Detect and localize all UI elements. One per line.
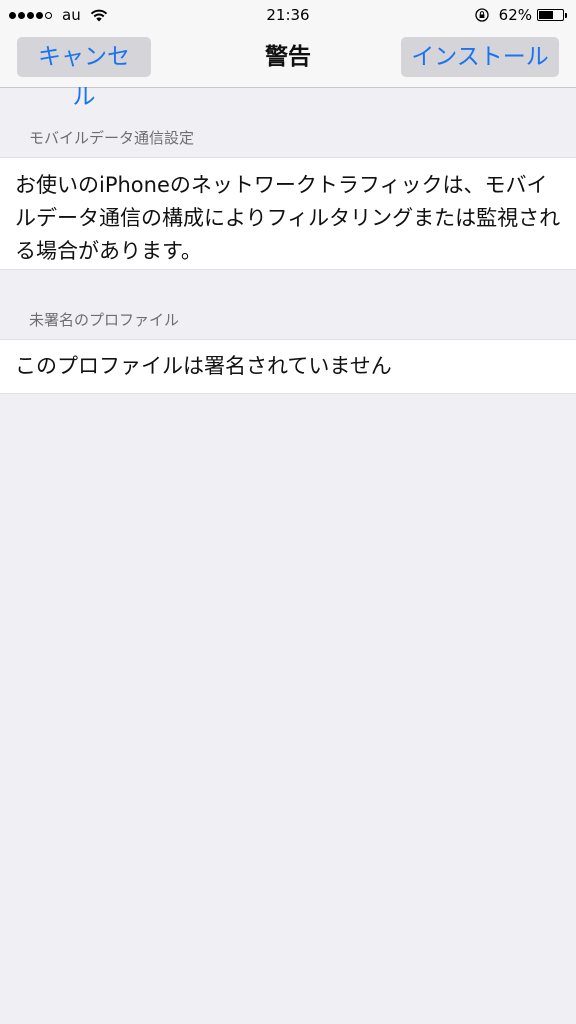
section-header-unsigned-profile: 未署名のプロファイル <box>29 311 180 329</box>
section-header-mobile-data: モバイルデータ通信設定 <box>29 129 195 147</box>
status-bar: au 21:36 62% <box>0 0 576 30</box>
nav-bar: キャンセル 警告 インストール <box>0 30 576 110</box>
unsigned-profile-cell: このプロファイルは署名されていません <box>0 339 576 394</box>
battery-fill <box>539 11 553 19</box>
battery-percent: 62% <box>498 6 532 24</box>
screen: au 21:36 62% キャンセル 警告 インストール モバイルデータ通信設定… <box>0 0 576 1024</box>
unsigned-profile-text: このプロファイルは署名されていません <box>15 354 392 378</box>
install-button[interactable]: インストール <box>401 37 559 77</box>
battery-cap <box>565 12 567 18</box>
mobile-data-warning-text: お使いのiPhoneのネットワークトラフィックは、モバイルデータ通信の構成により… <box>15 173 561 263</box>
rotation-lock-icon <box>475 8 489 22</box>
battery-icon <box>537 9 564 21</box>
mobile-data-warning-cell: お使いのiPhoneのネットワークトラフィックは、モバイルデータ通信の構成により… <box>0 157 576 270</box>
status-right: 62% <box>475 5 567 25</box>
